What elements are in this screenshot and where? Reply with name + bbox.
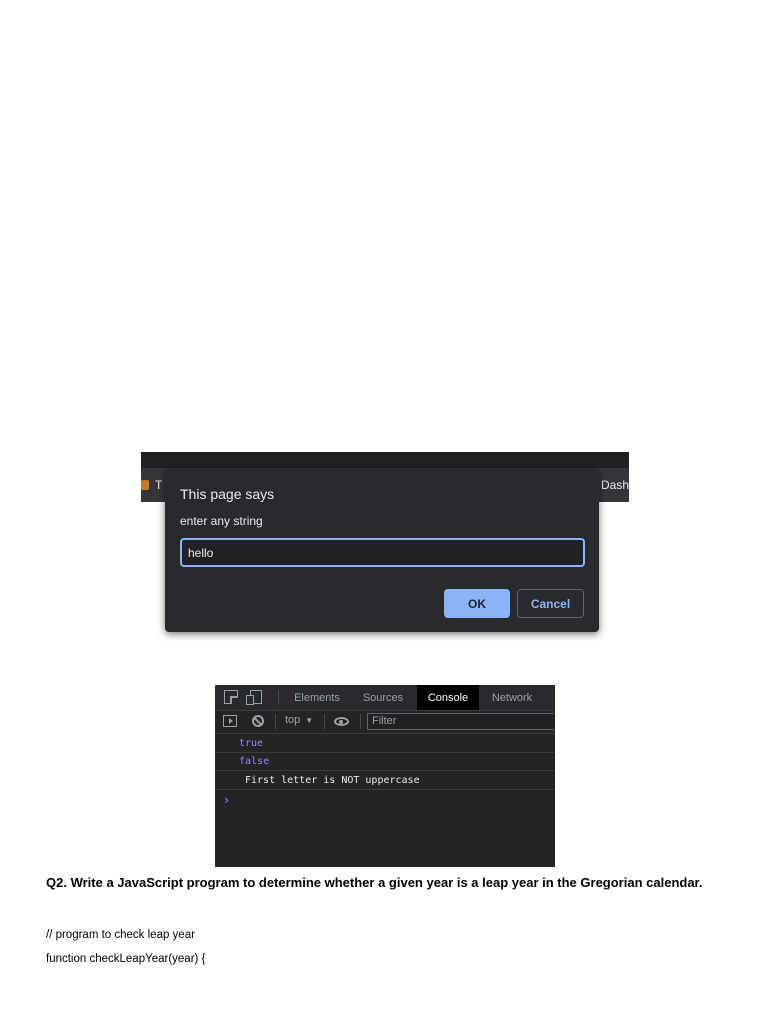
browser-tab-right[interactable]: Dash: [601, 478, 629, 492]
browser-tab-left[interactable]: T: [141, 478, 162, 492]
console-line: First letter is NOT uppercase: [215, 772, 555, 790]
cancel-button[interactable]: Cancel: [517, 589, 584, 618]
devtools-panel: Elements Sources Console Network top ▼ Fi…: [215, 685, 555, 867]
dialog-message: enter any string: [180, 514, 263, 528]
devtools-tabbar: Elements Sources Console Network: [215, 685, 555, 711]
prompt-input[interactable]: hello: [180, 538, 585, 567]
code-function-line: function checkLeapYear(year) {: [46, 953, 206, 965]
tab-console[interactable]: Console: [417, 685, 479, 710]
context-label: top: [285, 714, 301, 726]
dialog-title: This page says: [180, 486, 275, 502]
browser-tabstrip: [141, 452, 629, 468]
toolbar-divider: [360, 714, 361, 729]
console-line: false: [215, 753, 555, 771]
live-expression-eye-icon[interactable]: [334, 717, 349, 726]
tab-network[interactable]: Network: [481, 685, 543, 710]
tab-sources[interactable]: Sources: [351, 685, 415, 710]
prompt-dialog: This page says enter any string hello OK…: [165, 469, 599, 632]
show-sidebar-icon[interactable]: [223, 715, 237, 727]
chevron-down-icon: ▼: [305, 716, 314, 725]
console-prompt-icon[interactable]: ›: [223, 793, 230, 807]
console-log-message: First letter is NOT uppercase: [245, 775, 420, 786]
console-line: true: [215, 735, 555, 753]
browser-tab-left-label: T: [155, 478, 163, 492]
ok-button[interactable]: OK: [444, 589, 510, 618]
console-value: false: [239, 756, 270, 767]
tab-elements[interactable]: Elements: [285, 685, 349, 710]
console-value: true: [239, 738, 264, 749]
question-heading: Q2. Write a JavaScript program to determ…: [46, 875, 703, 890]
toolbar-divider: [324, 714, 325, 729]
clear-console-icon[interactable]: [252, 715, 264, 727]
code-comment-line: // program to check leap year: [46, 929, 195, 941]
toolbar-divider: [278, 690, 279, 705]
filter-input[interactable]: Filter: [367, 713, 555, 730]
console-toolbar: top ▼ Filter: [215, 711, 555, 734]
inspect-element-icon[interactable]: [224, 690, 238, 704]
toolbar-divider: [275, 714, 276, 729]
context-selector[interactable]: top ▼: [285, 714, 313, 726]
device-toolbar-icon[interactable]: [246, 690, 262, 705]
favicon-icon: [141, 480, 149, 490]
